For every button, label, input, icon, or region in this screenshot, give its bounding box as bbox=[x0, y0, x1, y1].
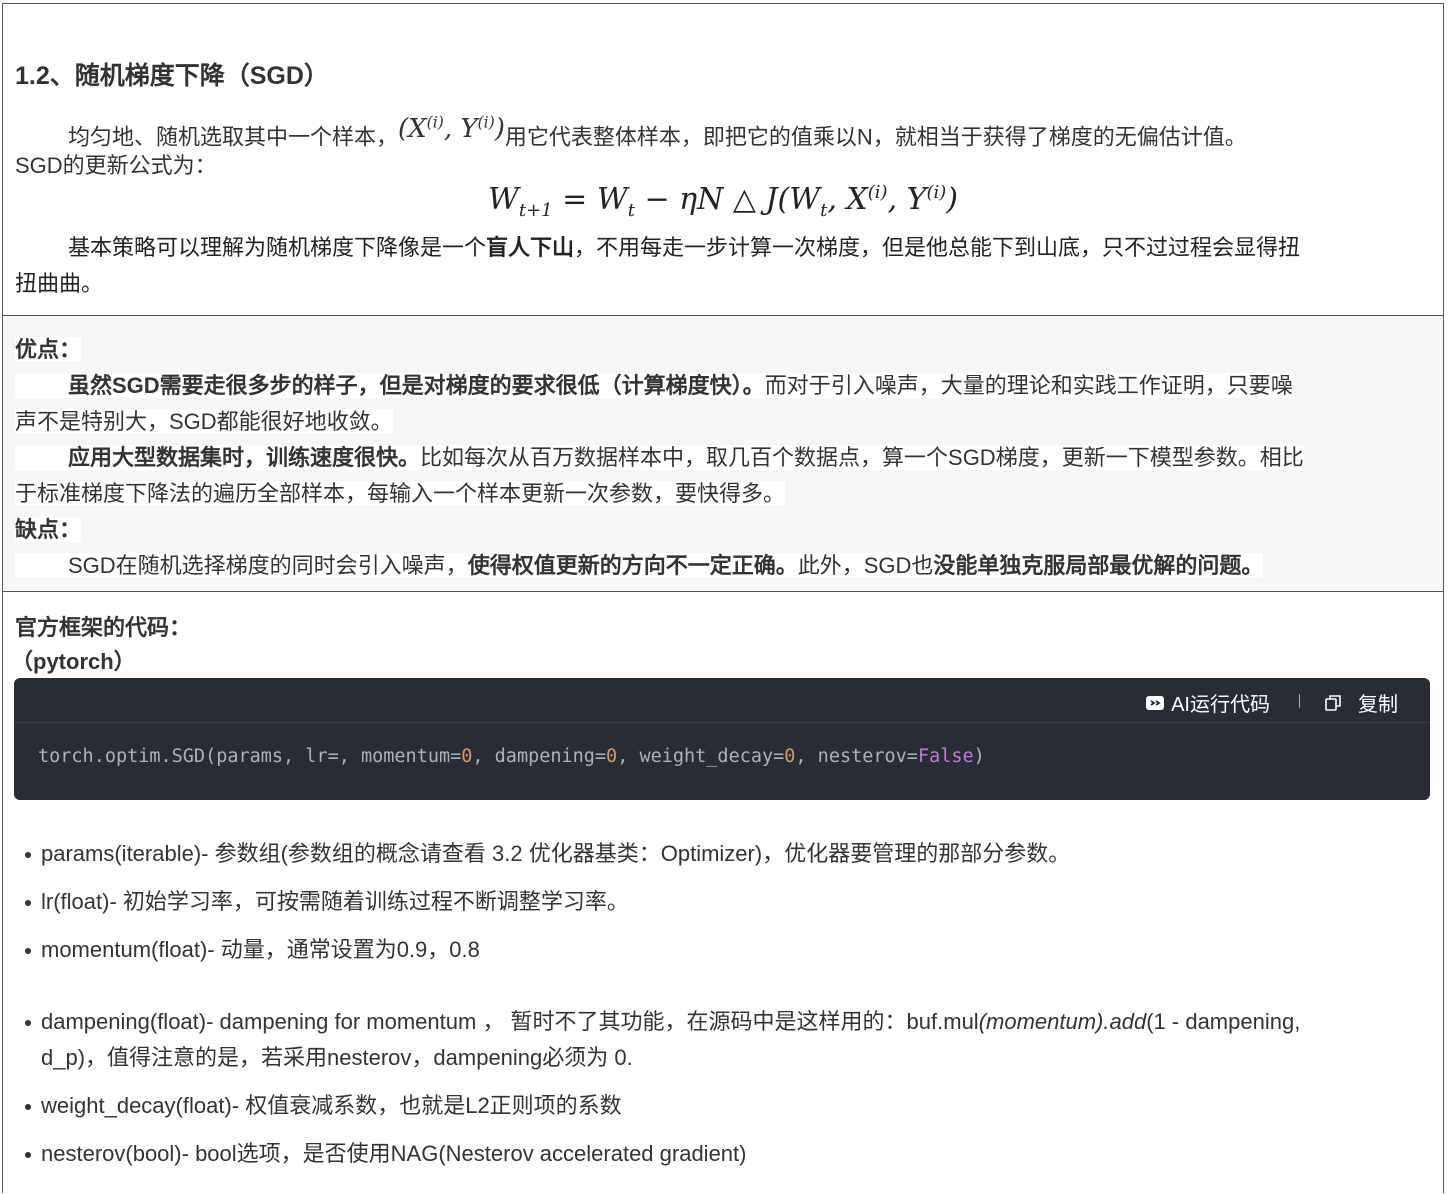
update-formula: Wt+1 = Wt − ηN △ J(Wt, X(i), Y(i)) bbox=[488, 182, 958, 221]
inline-formula: (X(i), Y(i)) bbox=[398, 113, 505, 144]
pro-item-2: 应用大型数据集时，训练速度很快。比如每次从百万数据样本中，取几百个数据点，算一个… bbox=[15, 440, 1304, 476]
pro-item-1-cont: 声不是特别大，SGD都能很好地收敛。 bbox=[15, 409, 393, 434]
pro-item-1: 虽然SGD需要走很多步的样子，但是对梯度的要求很低（计算梯度快）。而对于引入噪声… bbox=[15, 368, 1293, 404]
copy-icon bbox=[1325, 694, 1341, 711]
run-code-button[interactable]: AI运行代码 bbox=[1145, 688, 1270, 717]
copy-button[interactable]: 复制 bbox=[1324, 688, 1398, 717]
list-item: lr(float)- 初始学习率，可按需随着训练过程不断调整学习率。 bbox=[25, 884, 1431, 920]
code-block: AI运行代码 复制 torch.optim.SGD(params, lr=, m… bbox=[14, 678, 1430, 800]
code-toolbar: AI运行代码 复制 bbox=[14, 678, 1430, 723]
strategy-paragraph-cont: 扭曲曲。 bbox=[15, 271, 104, 296]
framework-label: （pytorch） bbox=[11, 649, 136, 674]
list-item: dampening(float)- dampening for momentum… bbox=[25, 1004, 1431, 1076]
code-line: torch.optim.SGD(params, lr=, momentum=0,… bbox=[38, 746, 985, 767]
formula-intro-text: SGD的更新公式为： bbox=[15, 153, 217, 178]
section-heading: 1.2、随机梯度下降（SGD） bbox=[15, 62, 329, 90]
pros-label: 优点： bbox=[15, 337, 82, 362]
list-item: weight_decay(float)- 权值衰减系数，也就是L2正则项的系数 bbox=[25, 1088, 1431, 1124]
sgd-intro-section: 1.2、随机梯度下降（SGD） 均匀地、随机选取其中一个样本，(X(i), Y(… bbox=[3, 4, 1443, 315]
ai-run-icon bbox=[1146, 695, 1165, 710]
cons-label: 缺点： bbox=[15, 517, 82, 542]
toolbar-separator bbox=[1299, 694, 1300, 708]
strategy-paragraph: 基本策略可以理解为随机梯度下降像是一个盲人下山，不用每走一步计算一次梯度，但是他… bbox=[68, 235, 1301, 260]
code-section-heading: 官方框架的代码： bbox=[15, 615, 192, 640]
pros-cons-section: 优点： 虽然SGD需要走很多步的样子，但是对梯度的要求很低（计算梯度快）。而对于… bbox=[3, 316, 1443, 591]
con-item-1: SGD在随机选择梯度的同时会引入噪声，使得权值更新的方向不一定正确。此外，SGD… bbox=[15, 548, 1264, 584]
article-frame: 1.2、随机梯度下降（SGD） 均匀地、随机选取其中一个样本，(X(i), Y(… bbox=[2, 3, 1444, 1193]
pro-item-2-cont: 于标准梯度下降法的遍历全部样本，每输入一个样本更新一次参数，要快得多。 bbox=[15, 481, 786, 506]
list-item: momentum(float)- 动量，通常设置为0.9，0.8 bbox=[25, 932, 1431, 968]
list-item: params(iterable)- 参数组(参数组的概念请查看 3.2 优化器基… bbox=[25, 836, 1431, 872]
list-item: nesterov(bool)- bool选项，是否使用NAG(Nesterov … bbox=[25, 1136, 1431, 1172]
